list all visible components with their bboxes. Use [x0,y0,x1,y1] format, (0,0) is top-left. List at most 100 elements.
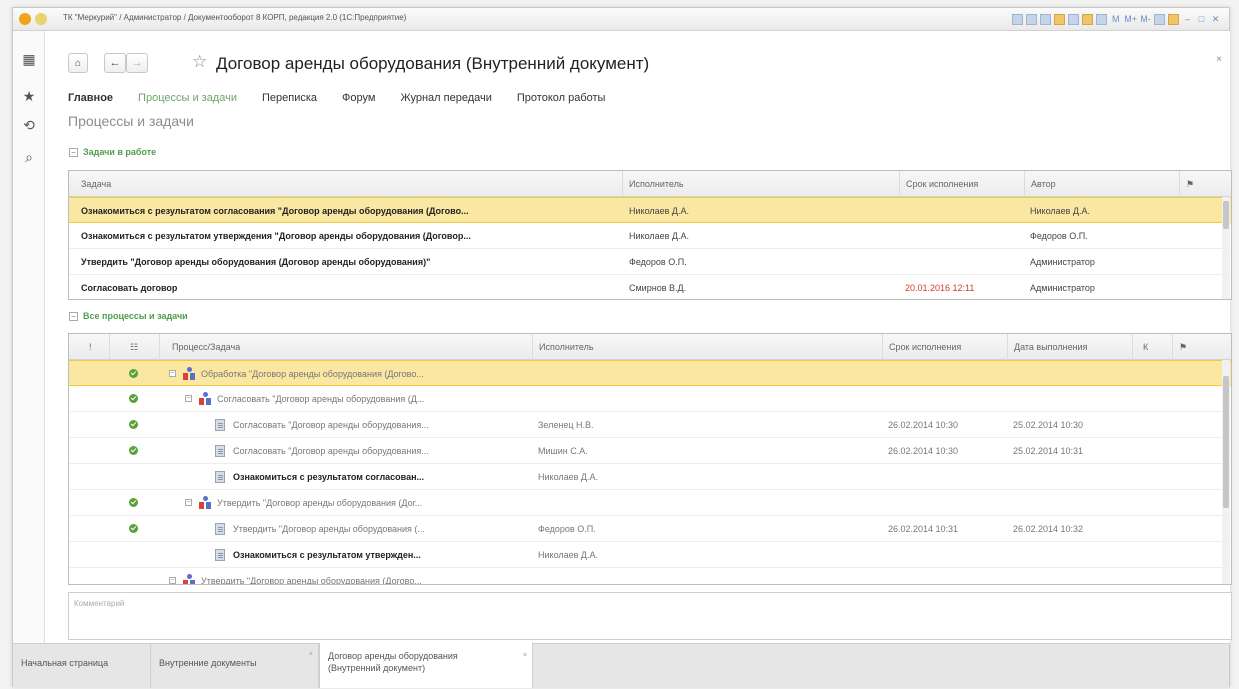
table-row[interactable]: − Обработка "Договор аренды оборудования … [69,360,1231,386]
scrollbar-thumb[interactable] [1223,376,1229,508]
favorites-star-icon[interactable]: ★ [21,88,37,104]
memory-minus-button[interactable]: M- [1140,12,1151,26]
home-button[interactable]: ⌂ [68,53,88,73]
completed-check-icon [129,394,138,403]
column-executor[interactable]: Исполнитель [622,171,902,197]
tool-icon[interactable] [1054,13,1066,25]
home-icon: ⌂ [74,58,82,69]
close-window-button[interactable]: ✕ [1210,12,1221,26]
tool-icon[interactable] [1040,13,1052,25]
table-row[interactable]: Ознакомиться с результатом утверждения "… [69,223,1231,249]
tool-icon[interactable] [1068,13,1080,25]
tasks-group-header[interactable]: − Задачи в работе [69,147,156,157]
tab-transfer-log[interactable]: Журнал передачи [400,92,491,104]
table-row[interactable]: − Утвердить "Договор аренды оборудования … [69,568,1231,584]
tab-correspondence[interactable]: Переписка [262,92,317,104]
collapse-toggle-icon[interactable]: − [69,147,78,157]
process-executor: Николаев Д.А. [538,550,599,560]
process-due [888,568,1003,584]
section-title: Процессы и задачи [68,113,194,129]
comment-field[interactable]: Комментарий [68,592,1232,640]
favorite-star-icon[interactable]: ☆ [192,52,207,72]
close-tab-icon[interactable]: × [309,651,313,658]
processes-table: ! ☷ Процесс/Задача Исполнитель Срок испо… [68,333,1232,585]
process-executor: Николаев Д.А. [538,472,599,482]
window-tab-home[interactable]: Начальная страница [13,644,151,688]
minimize-button[interactable]: – [1182,12,1193,26]
task-name: Ознакомиться с результатом согласования … [81,206,469,216]
process-icon-part [187,367,192,372]
process-icon-part [190,373,195,380]
close-tab-icon[interactable]: × [523,650,527,662]
maximize-button[interactable]: □ [1196,12,1207,26]
column-state[interactable]: ☷ [109,334,159,360]
table-row[interactable]: Ознакомиться с результатом согласован...… [69,464,1231,490]
tab-work-log[interactable]: Протокол работы [517,92,606,104]
process-executor [538,386,868,412]
scrollbar-thumb[interactable] [1223,201,1229,229]
expand-toggle-icon[interactable]: − [185,499,192,506]
processes-scrollbar[interactable] [1222,360,1230,584]
close-form-icon[interactable]: × [1216,54,1222,65]
processes-group-header[interactable]: − Все процессы и задачи [69,311,188,321]
process-icon [199,392,211,406]
process-icon-part [203,392,208,397]
table-row[interactable]: Утвердить "Договор аренды оборудования (… [69,516,1231,542]
app-menu-icon[interactable] [35,13,47,25]
window-tab-current-document[interactable]: Договор аренды оборудования (Внутренний … [319,643,533,688]
table-row[interactable]: Ознакомиться с результатом согласования … [69,197,1231,223]
process-due: 26.02.2014 10:31 [888,524,959,534]
column-importance[interactable]: ! [69,334,109,360]
memory-plus-button[interactable]: M+ [1124,12,1137,26]
task-author: Николаев Д.А. [1030,206,1091,216]
forward-button[interactable]: → [126,53,148,73]
expand-toggle-icon[interactable]: − [169,370,176,377]
completed-check-icon [129,369,138,378]
column-author[interactable]: Автор [1024,171,1179,197]
table-row[interactable]: Согласовать "Договор аренды оборудования… [69,412,1231,438]
tab-processes[interactable]: Процессы и задачи [138,92,237,104]
expand-toggle-icon[interactable]: − [185,395,192,402]
window-mode-icon[interactable] [1154,13,1165,25]
processes-group-label: Все процессы и задачи [83,311,188,321]
tool-icon[interactable] [1082,13,1094,25]
column-flag[interactable]: ⚑ [1179,171,1194,197]
tool-icon[interactable] [1096,13,1108,25]
tool-icon[interactable] [1026,13,1038,25]
menu-grid-icon[interactable]: ▦ [21,51,37,67]
table-row[interactable]: Согласовать "Договор аренды оборудования… [69,438,1231,464]
window-tab-label: Внутренние документы [159,658,257,668]
window-tab-internal-docs[interactable]: Внутренние документы × [151,644,319,688]
table-row[interactable]: Согласовать договор Смирнов В.Д. 20.01.201… [69,275,1231,299]
task-due [905,198,1020,224]
process-completed [1013,568,1128,584]
column-due[interactable]: Срок исполнения [882,334,1007,360]
app-logo-icon[interactable] [19,13,31,25]
table-row[interactable]: Утвердить "Договор аренды оборудования (… [69,249,1231,275]
table-row[interactable]: − Утвердить "Договор аренды оборудования … [69,490,1231,516]
history-icon[interactable]: ⟲ [21,117,37,133]
column-flag[interactable]: ⚑ [1172,334,1187,360]
column-completed[interactable]: Дата выполнения [1007,334,1132,360]
column-k[interactable]: К [1132,334,1172,360]
column-executor[interactable]: Исполнитель [532,334,882,360]
collapse-toggle-icon[interactable]: − [69,311,78,321]
back-button[interactable]: ← [104,53,126,73]
column-process-task[interactable]: Процесс/Задача [159,334,532,360]
info-icon[interactable] [1168,13,1179,25]
memory-button[interactable]: M [1110,12,1121,26]
tasks-scrollbar[interactable] [1222,197,1230,299]
process-task-name: Утвердить "Договор аренды оборудования (… [233,524,425,534]
tool-icon[interactable] [1012,13,1024,25]
tab-main[interactable]: Главное [68,92,113,104]
search-icon[interactable]: ⌕ [21,149,37,165]
expand-toggle-icon[interactable]: − [169,577,176,584]
column-task[interactable]: Задача [69,171,111,197]
process-icon-part [199,502,204,509]
tab-forum[interactable]: Форум [342,92,375,104]
task-icon [215,445,225,457]
table-row[interactable]: − Согласовать "Договор аренды оборудовани… [69,386,1231,412]
table-row[interactable]: Ознакомиться с результатом утвержден... Н… [69,542,1231,568]
column-due[interactable]: Срок исполнения [899,171,1024,197]
process-icon-part [183,373,188,380]
